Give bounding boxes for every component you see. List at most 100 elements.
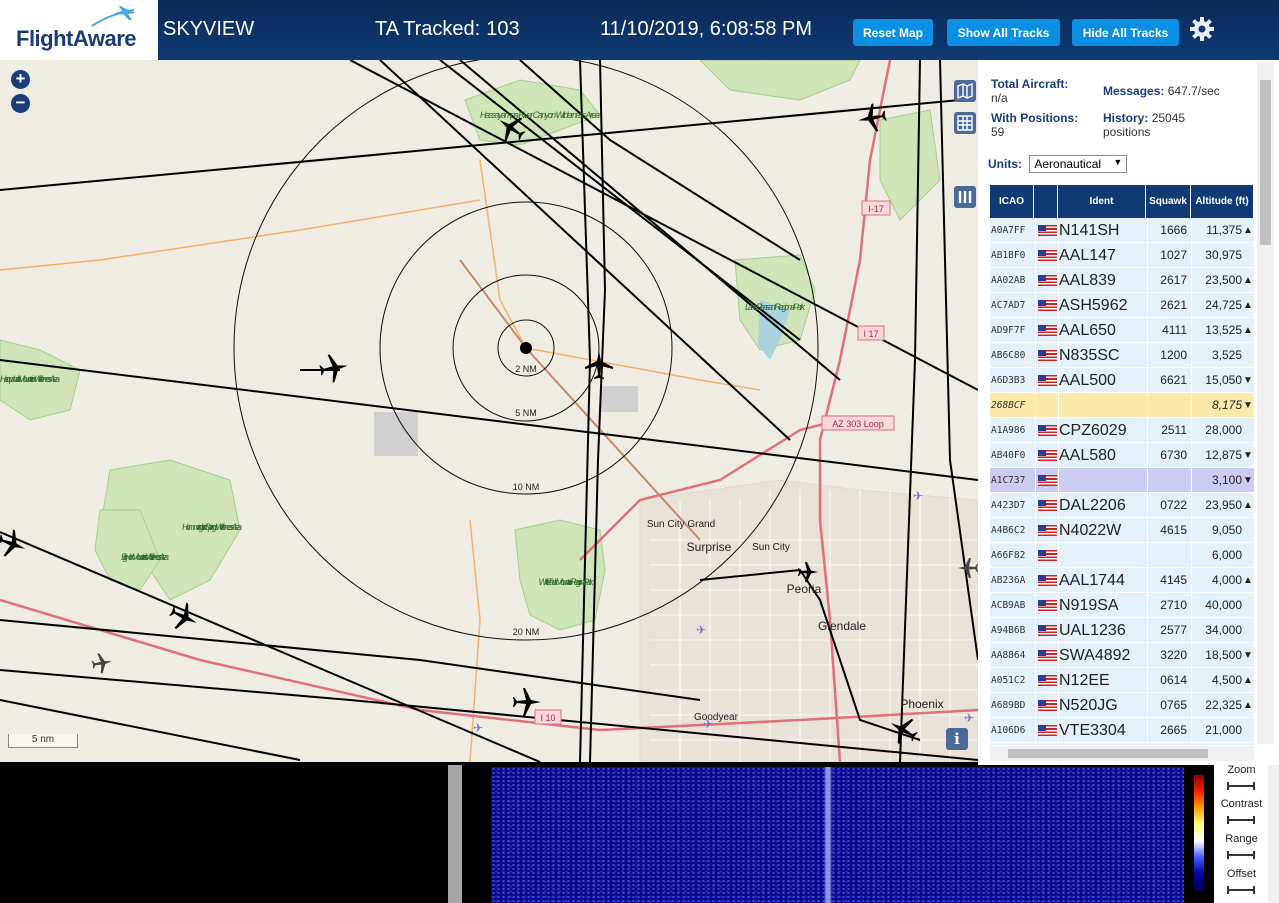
icao-cell: AA77C0 <box>991 743 1036 745</box>
table-row[interactable]: AA8864 SWA4892 3220 18,500 ▼ <box>990 643 1254 668</box>
ident-cell: AAL1744 <box>1059 572 1125 589</box>
table-row[interactable]: A1C737 3,100 ▼ <box>990 468 1254 493</box>
altitude-cell: 23,950 <box>1205 498 1242 512</box>
units-select[interactable]: Aeronautical ▼ <box>1029 155 1128 173</box>
column-divider <box>1147 443 1148 468</box>
gear-icon[interactable] <box>1189 16 1215 42</box>
table-row[interactable]: A1A986 CPZ6029 2511 28,000 <box>990 418 1254 443</box>
column-divider <box>1035 743 1036 745</box>
column-divider <box>1191 593 1192 618</box>
altitude-cell: 34,000 <box>1205 623 1242 637</box>
table-row[interactable]: A689BD N520JG 0765 22,325 ▲ <box>990 693 1254 718</box>
table-row[interactable]: A94B6B UAL1236 2577 34,000 <box>990 618 1254 643</box>
label-phoenix: Phoenix <box>900 697 943 711</box>
table-row[interactable]: AB1BF0 AAL147 1027 30,975 <box>990 243 1254 268</box>
flag-cell <box>1035 443 1058 468</box>
column-divider <box>1035 668 1036 693</box>
scroll-thumb[interactable] <box>1008 749 1208 758</box>
table-row[interactable]: A051C2 N12EE 0614 4,500 ▲ <box>990 668 1254 693</box>
ident-cell: UAL1236 <box>1059 622 1126 639</box>
table-row[interactable]: 268BCF 8,175 ▼ <box>990 393 1254 418</box>
gray-block <box>374 412 418 456</box>
table-row[interactable]: A0A7FF N141SH 1666 11,375 ▲ <box>990 218 1254 243</box>
column-divider <box>1147 243 1148 268</box>
table-row[interactable]: A66F82 6,000 <box>990 543 1254 568</box>
column-divider <box>1058 268 1059 293</box>
offset-slider[interactable] <box>1227 886 1255 894</box>
icao-cell: AA02AB <box>991 275 1026 286</box>
column-divider <box>1035 593 1036 618</box>
altitude-cell: 22,325 <box>1205 698 1242 712</box>
hide-all-tracks-button[interactable]: Hide All Tracks <box>1072 19 1179 46</box>
table-row[interactable]: AB40F0 AAL580 6730 12,875 ▼ <box>990 443 1254 468</box>
scroll-thumb[interactable] <box>1260 80 1271 245</box>
table-row[interactable]: AD9F7F AAL650 4111 13,525 ▲ <box>990 318 1254 343</box>
column-divider <box>1147 543 1148 568</box>
ident-cell: N141SH <box>1059 222 1120 239</box>
col-header-altitude[interactable]: Altitude (ft) <box>1191 185 1254 218</box>
zoom-in-button[interactable]: + <box>11 70 30 89</box>
map-layers-button[interactable] <box>954 80 976 102</box>
squawk-cell: 1027 <box>1160 248 1187 262</box>
icao-cell: A0A7FF <box>991 225 1026 236</box>
info-button[interactable]: i <box>946 728 968 750</box>
flag-cell <box>1035 218 1058 243</box>
label-harquahala: Harquahala Mountains Wilderness Area <box>0 374 60 384</box>
spectrum-scrollbar[interactable] <box>1268 765 1279 903</box>
waterfall-display[interactable] <box>491 767 1184 903</box>
column-divider <box>1035 493 1036 518</box>
col-header-squawk[interactable]: Squawk <box>1146 185 1191 218</box>
map-view[interactable]: ✈ ✈ ✈ ✈ ✈ 2 NM 5 NM 10 NM 20 NM Hassayam… <box>0 60 978 762</box>
squawk-cell: 1200 <box>1160 348 1187 362</box>
table-row[interactable]: AB6C80 N835SC 1200 3,525 <box>990 343 1254 368</box>
show-all-tracks-button[interactable]: Show All Tracks <box>947 19 1060 46</box>
squawk-cell: 1666 <box>1160 223 1187 237</box>
col-header-ident[interactable]: Ident <box>1058 185 1146 218</box>
vertical-scrollbar[interactable] <box>1257 62 1274 744</box>
column-divider <box>1035 693 1036 718</box>
table-row[interactable]: AB236A AAL1744 4145 4,000 ▲ <box>990 568 1254 593</box>
flag-cell <box>1035 268 1058 293</box>
ident-cell <box>1059 393 1147 418</box>
flag-cell <box>1035 318 1058 343</box>
zoom-slider[interactable] <box>1227 782 1255 790</box>
aircraft-table[interactable]: ICAO Ident Squawk Altitude (ft) A0A7FF N1… <box>990 185 1254 745</box>
table-row[interactable]: ACB9AB N919SA 2710 40,000 <box>990 593 1254 618</box>
table-row[interactable]: A423D7 DAL2206 0722 23,950 ▲ <box>990 493 1254 518</box>
horizontal-scrollbar[interactable] <box>990 746 1254 761</box>
us-flag-icon <box>1038 650 1057 661</box>
us-flag-icon <box>1038 250 1057 261</box>
range-slider[interactable] <box>1227 851 1255 859</box>
table-row[interactable]: AA02AB AAL839 2617 23,500 ▲ <box>990 268 1254 293</box>
us-flag-icon <box>1038 275 1057 286</box>
map-grid-button[interactable] <box>954 112 976 134</box>
map-canvas[interactable]: ✈ ✈ ✈ ✈ ✈ 2 NM 5 NM 10 NM 20 NM Hassayam… <box>0 60 978 762</box>
altitude-trend-icon: ▲ <box>1243 300 1253 311</box>
table-row[interactable]: AA77C0 SWA451510028,400▼ <box>990 743 1254 745</box>
col-header-icao[interactable]: ICAO <box>990 185 1034 218</box>
columns-toggle-button[interactable] <box>954 186 976 208</box>
col-header-flag[interactable] <box>1034 185 1058 218</box>
stat-with-positions: With Positions: 59 <box>991 111 1078 139</box>
units-label: Units: <box>988 157 1022 171</box>
zoom-out-button[interactable]: − <box>11 94 30 113</box>
contrast-slider[interactable] <box>1227 816 1255 824</box>
column-divider <box>1191 268 1192 293</box>
column-divider <box>1191 368 1192 393</box>
altitude-trend-icon <box>1242 343 1254 368</box>
range-label-10nm: 10 NM <box>513 482 540 492</box>
flag-cell <box>1035 618 1058 643</box>
map-scale-bar: 5 nm <box>8 734 78 748</box>
table-row[interactable]: A106D6 VTE3304 2665 21,000 <box>990 718 1254 743</box>
table-row[interactable]: AC7AD7 ASH5962 2621 24,725 ▲ <box>990 293 1254 318</box>
ident-cell: AAL147 <box>1059 247 1116 264</box>
flightaware-logo[interactable]: FlightAware <box>0 0 158 60</box>
column-divider <box>1035 643 1036 668</box>
reset-map-button[interactable]: Reset Map <box>853 19 933 46</box>
spectrum-divider[interactable] <box>448 765 462 903</box>
table-row[interactable]: A6D3B3 AAL500 6621 15,050 ▼ <box>990 368 1254 393</box>
flag-cell <box>1035 418 1058 443</box>
table-row[interactable]: A4B6C2 N4022W 4615 9,050 <box>990 518 1254 543</box>
stat-total-aircraft: Total Aircraft: n/a <box>991 77 1068 105</box>
column-divider <box>1147 593 1148 618</box>
